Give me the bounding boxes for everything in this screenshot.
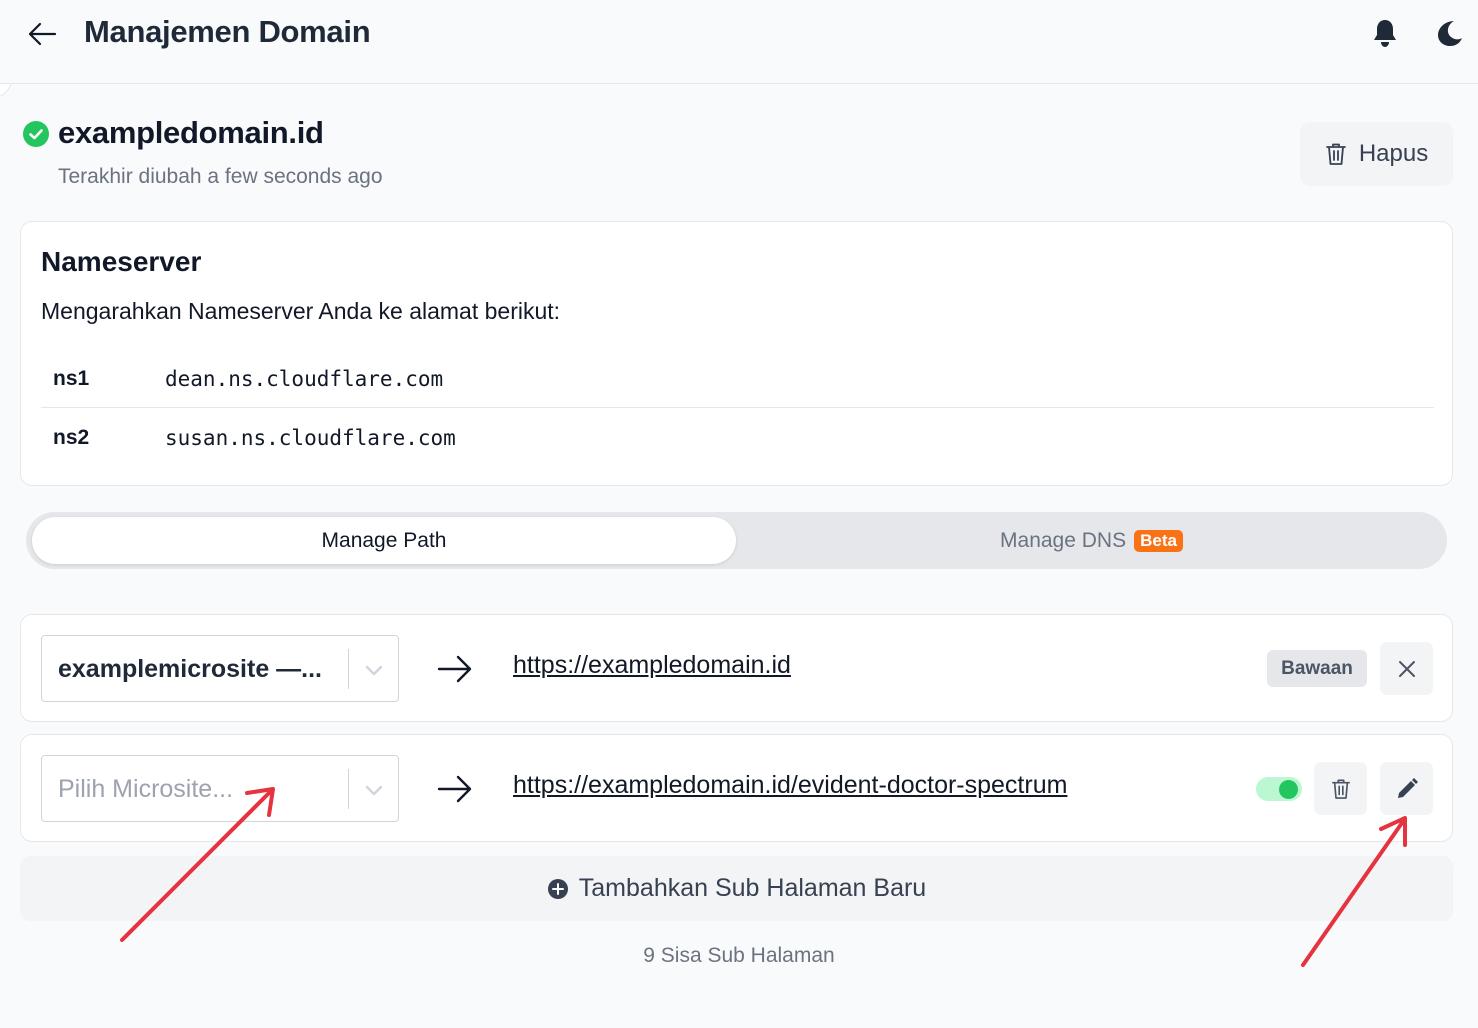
- top-header: Manajemen Domain: [0, 0, 1478, 84]
- nameserver-card: Nameserver Mengarahkan Nameserver Anda k…: [20, 221, 1453, 486]
- microsite-select-placeholder: Pilih Microsite...: [58, 775, 234, 803]
- toggle-knob: [1279, 780, 1298, 799]
- page-title: Manajemen Domain: [84, 14, 371, 49]
- delete-path-button[interactable]: [1314, 762, 1367, 815]
- close-icon: [1398, 660, 1415, 677]
- nameserver-key: ns2: [53, 426, 90, 449]
- nameserver-row: ns2 susan.ns.cloudflare.com: [41, 409, 1434, 467]
- pencil-icon: [1397, 777, 1418, 798]
- nameserver-title: Nameserver: [41, 246, 202, 277]
- arrow-right-icon: [437, 655, 472, 683]
- tab-manage-dns-label: Manage DNS: [1000, 528, 1127, 552]
- remaining-sub-pages-text: 9 Sisa Sub Halaman: [643, 944, 835, 967]
- chevron-down-icon[interactable]: [362, 658, 386, 682]
- beta-badge: Beta: [1134, 529, 1183, 552]
- chevron-down-icon[interactable]: [362, 778, 386, 802]
- theme-toggle-button[interactable]: [1430, 14, 1468, 52]
- path-row-default: examplemicrosite —... https://exampledom…: [20, 614, 1453, 722]
- select-separator: [348, 649, 349, 689]
- nameserver-description: Mengarahkan Nameserver Anda ke alamat be…: [41, 298, 561, 324]
- bell-icon: [1374, 20, 1396, 47]
- edit-path-button[interactable]: [1380, 762, 1433, 815]
- trash-icon: [1331, 779, 1350, 799]
- path-url-link[interactable]: https://exampledomain.id/evident-doctor-…: [513, 771, 1067, 800]
- default-badge: Bawaan: [1267, 650, 1367, 687]
- domain-name: exampledomain.id: [58, 115, 324, 150]
- tab-bar: Manage Path Manage DNS Beta: [26, 512, 1447, 569]
- plus-circle-icon: [547, 878, 568, 899]
- microsite-select[interactable]: examplemicrosite —...: [41, 635, 399, 702]
- path-enabled-toggle[interactable]: [1256, 777, 1302, 801]
- add-sub-page-button[interactable]: Tambahkan Sub Halaman Baru: [20, 856, 1453, 921]
- microsite-select[interactable]: Pilih Microsite...: [41, 755, 399, 822]
- add-sub-page-label: Tambahkan Sub Halaman Baru: [578, 874, 927, 902]
- notifications-button[interactable]: [1366, 14, 1404, 52]
- delete-domain-button[interactable]: Hapus: [1300, 122, 1453, 186]
- back-button[interactable]: [24, 18, 60, 50]
- path-url-link[interactable]: https://exampledomain.id: [513, 651, 791, 680]
- moon-icon: [1438, 21, 1462, 46]
- nameserver-key: ns1: [53, 367, 90, 390]
- trash-icon: [1325, 143, 1346, 165]
- arrow-left-icon: [28, 22, 57, 46]
- arrow-right-icon: [437, 775, 472, 803]
- tab-manage-dns[interactable]: Manage DNS Beta: [742, 517, 1441, 564]
- nameserver-row: ns1 dean.ns.cloudflare.com: [41, 350, 1434, 408]
- nameserver-value[interactable]: dean.ns.cloudflare.com: [165, 367, 443, 391]
- tab-manage-path[interactable]: Manage Path: [32, 517, 736, 564]
- nameserver-value[interactable]: susan.ns.cloudflare.com: [165, 426, 456, 450]
- select-separator: [348, 769, 349, 809]
- remove-path-button[interactable]: [1380, 642, 1433, 695]
- microsite-select-value: examplemicrosite —...: [58, 655, 323, 683]
- check-circle-icon: [23, 121, 49, 147]
- path-row: Pilih Microsite... https://exampledomain…: [20, 734, 1453, 842]
- last-changed-text: Terakhir diubah a few seconds ago: [58, 165, 383, 188]
- delete-domain-label: Hapus: [1358, 140, 1429, 167]
